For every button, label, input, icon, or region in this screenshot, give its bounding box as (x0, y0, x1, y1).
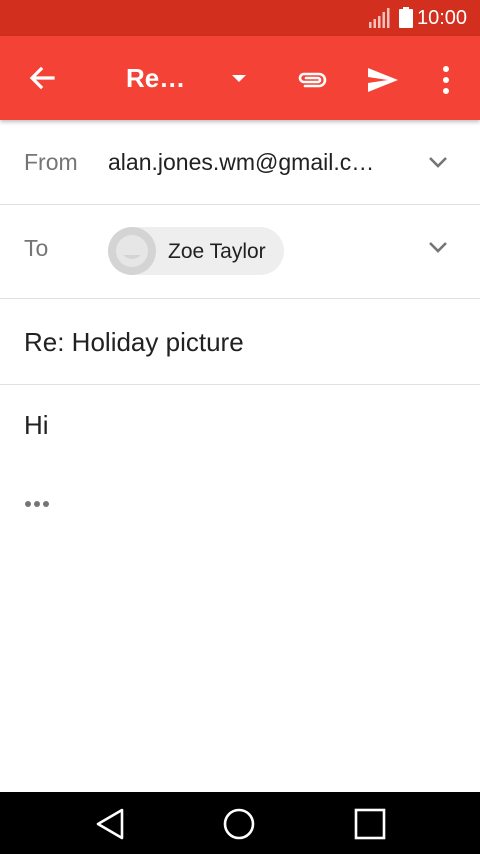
default-avatar-icon (116, 235, 148, 267)
nav-home-icon[interactable] (219, 804, 259, 844)
dropdown-triangle-icon[interactable] (228, 68, 250, 90)
subject-row: Re: Holiday picture (0, 299, 480, 385)
clock: 10:00 (417, 7, 468, 29)
avatar (108, 227, 156, 275)
ellipsis-icon[interactable] (24, 497, 50, 511)
to-row: To Zoe Taylor (0, 205, 480, 299)
status-bar: 10:00 (0, 0, 480, 36)
from-label: From (24, 149, 78, 175)
nav-back-icon[interactable] (90, 804, 130, 844)
nav-recents-icon[interactable] (350, 804, 390, 844)
navigation-bar (0, 792, 480, 854)
back-arrow-icon[interactable] (22, 58, 62, 98)
subject-field[interactable]: Re: Holiday picture (24, 327, 244, 358)
compose-title[interactable]: Re… (126, 60, 185, 96)
send-icon[interactable] (362, 60, 402, 100)
paperclip-icon[interactable] (292, 60, 332, 100)
from-account[interactable]: alan.jones.wm@gmail.c… (108, 149, 398, 176)
chevron-down-icon[interactable] (424, 233, 452, 261)
recipient-chip[interactable]: Zoe Taylor (108, 227, 284, 275)
to-label: To (24, 235, 49, 261)
recipient-name: Zoe Taylor (168, 240, 266, 263)
signal-icon (369, 8, 390, 28)
message-body[interactable]: Hi (24, 410, 49, 441)
more-vert-icon[interactable] (434, 60, 458, 100)
app-bar: Re… (0, 36, 480, 120)
chevron-down-icon[interactable] (424, 148, 452, 176)
battery-icon (399, 7, 413, 28)
from-row: From alan.jones.wm@gmail.c… (0, 120, 480, 205)
